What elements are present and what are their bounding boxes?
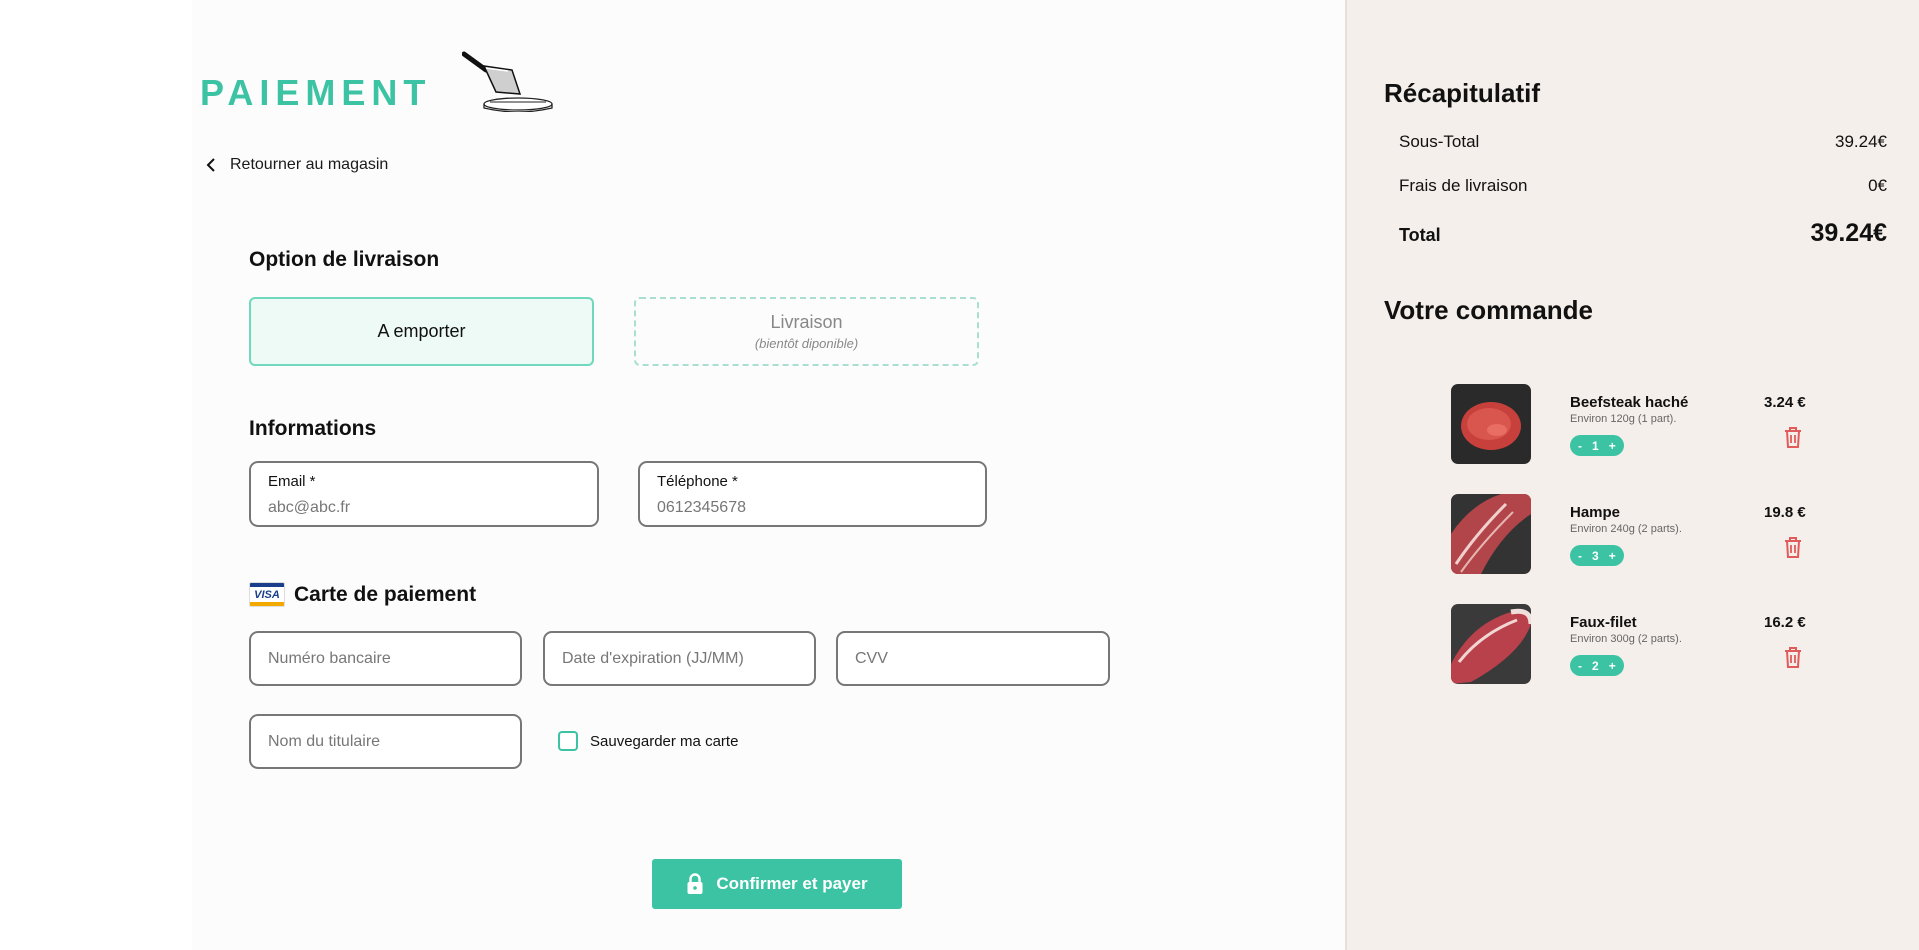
cvv-placeholder: CVV (855, 649, 888, 667)
visa-logo-text: VISA (254, 589, 280, 601)
shipping-value: 0€ (1868, 176, 1887, 195)
total-label: Total (1399, 225, 1441, 245)
trash-icon[interactable] (1783, 426, 1803, 448)
item-quantity: 1 (1592, 438, 1599, 453)
summary-title: Récapitulatif (1384, 78, 1541, 108)
subtotal-label: Sous-Total (1399, 132, 1480, 151)
save-card-option[interactable]: Sauvegarder ma carte (558, 731, 738, 751)
email-label: Email * (268, 473, 316, 490)
decrease-quantity-button[interactable]: - (1578, 659, 1582, 673)
item-quantity: 2 (1592, 658, 1599, 673)
email-placeholder: abc@abc.fr (268, 499, 351, 516)
delivery-section-title: Option de livraison (249, 248, 440, 271)
cleaver-logo-icon (462, 51, 553, 112)
ground-steak-image (1451, 384, 1531, 464)
phone-label: Téléphone * (657, 473, 738, 490)
cardholder-name-input[interactable]: Nom du titulaire (249, 714, 522, 769)
total-value: 39.24€ (1810, 219, 1887, 247)
order-item: Faux-filet Environ 300g (2 parts). - 2 +… (1451, 604, 1831, 684)
delivery-option-label: Livraison (770, 312, 843, 332)
hanger-steak-image (1451, 494, 1531, 574)
save-card-checkbox[interactable] (558, 731, 578, 751)
subtotal-value: 39.24€ (1835, 132, 1887, 151)
lock-icon (687, 873, 703, 894)
decrease-quantity-button[interactable]: - (1578, 439, 1582, 453)
back-to-store-link[interactable]: Retourner au magasin (206, 156, 388, 174)
card-number-placeholder: Numéro bancaire (268, 649, 391, 667)
pay-button-label: Confirmer et payer (716, 874, 868, 893)
trash-icon[interactable] (1783, 646, 1803, 668)
sirloin-steak-image (1451, 604, 1531, 684)
decrease-quantity-button[interactable]: - (1578, 549, 1582, 563)
pickup-option-label: A emporter (377, 321, 466, 341)
order-summary-sidebar: Récapitulatif Sous-Total 39.24€ Frais de… (1345, 0, 1919, 950)
phone-field[interactable]: Téléphone * 0612345678 (638, 461, 987, 527)
quantity-stepper: - 3 + (1570, 545, 1624, 566)
info-section-title: Informations (249, 417, 377, 440)
quantity-stepper: - 2 + (1570, 655, 1624, 676)
increase-quantity-button[interactable]: + (1609, 439, 1616, 453)
item-name: Hampe (1570, 504, 1621, 521)
chevron-left-icon (206, 158, 215, 172)
delivery-option-note: (bientôt diponible) (754, 336, 859, 351)
total-row: Total 39.24€ (1399, 219, 1887, 248)
confirm-and-pay-button[interactable]: Confirmer et payer (652, 859, 902, 909)
expiry-date-placeholder: Date d'expiration (JJ/MM) (562, 649, 744, 667)
order-title: Votre commande (1384, 295, 1594, 325)
card-number-input[interactable]: Numéro bancaire (249, 631, 522, 686)
increase-quantity-button[interactable]: + (1609, 659, 1616, 673)
page-title: PAIEMENT (200, 72, 432, 113)
quantity-stepper: - 1 + (1570, 435, 1624, 456)
phone-placeholder: 0612345678 (657, 499, 746, 516)
item-description: Environ 120g (1 part). (1570, 413, 1677, 425)
pickup-option[interactable]: A emporter (249, 297, 594, 366)
back-link-label: Retourner au magasin (230, 156, 389, 173)
subtotal-row: Sous-Total 39.24€ (1399, 132, 1887, 152)
item-description: Environ 300g (2 parts). (1570, 633, 1682, 645)
item-price: 16.2 € (1764, 614, 1806, 631)
delivery-option: Livraison (bientôt diponible) (634, 297, 979, 366)
trash-icon[interactable] (1783, 536, 1803, 558)
save-card-label: Sauvegarder ma carte (590, 732, 739, 750)
order-item: Hampe Environ 240g (2 parts). - 3 + 19.8… (1451, 494, 1831, 574)
email-field[interactable]: Email * abc@abc.fr (249, 461, 599, 527)
increase-quantity-button[interactable]: + (1609, 549, 1616, 563)
item-description: Environ 240g (2 parts). (1570, 523, 1682, 535)
visa-card-icon: VISA (249, 582, 285, 607)
expiry-date-input[interactable]: Date d'expiration (JJ/MM) (543, 631, 816, 686)
item-price: 3.24 € (1764, 394, 1806, 411)
item-price: 19.8 € (1764, 504, 1806, 521)
item-name: Faux-filet (1570, 614, 1637, 631)
shipping-label: Frais de livraison (1399, 176, 1528, 195)
shipping-row: Frais de livraison 0€ (1399, 176, 1887, 196)
item-quantity: 3 (1592, 548, 1599, 563)
cardholder-name-placeholder: Nom du titulaire (268, 732, 381, 750)
order-item: Beefsteak haché Environ 120g (1 part). -… (1451, 384, 1831, 464)
cvv-input[interactable]: CVV (836, 631, 1110, 686)
item-name: Beefsteak haché (1570, 394, 1689, 411)
card-section-title: Carte de paiement (294, 583, 477, 606)
